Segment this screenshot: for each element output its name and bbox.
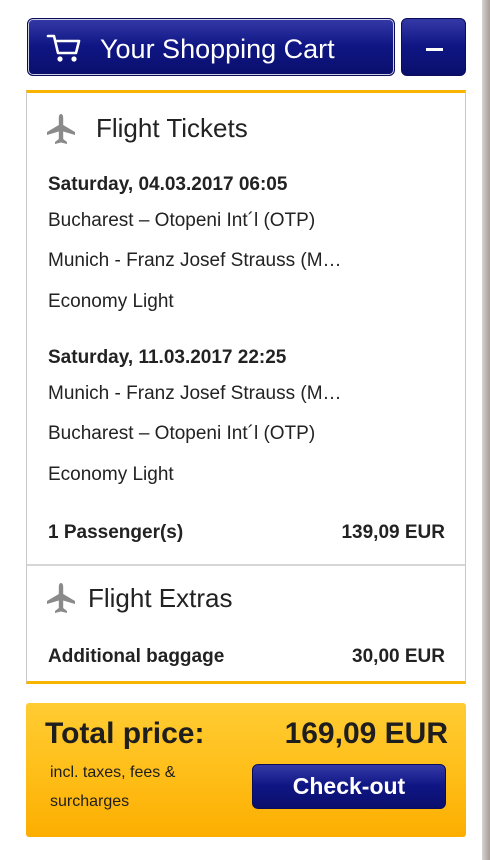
section-divider [27, 564, 465, 566]
flight-fare: Economy Light [48, 464, 174, 485]
airplane-icon [47, 114, 75, 144]
window-edge [482, 0, 490, 860]
passengers-label: 1 Passenger(s) [48, 522, 184, 543]
total-price-note: incl. taxes, fees & surcharges [50, 764, 176, 810]
flight-origin: Munich - Franz Josef Strauss (M… [48, 383, 342, 404]
flight-date-time: Saturday, 04.03.2017 06:05 [48, 174, 288, 195]
flight-extras-title: Flight Extras [88, 583, 233, 613]
flight-destination: Munich - Franz Josef Strauss (M… [48, 250, 342, 271]
flight-date-time: Saturday, 11.03.2017 22:25 [48, 347, 287, 368]
flight-destination: Bucharest – Otopeni Int´l (OTP) [48, 423, 316, 444]
flight-origin: Bucharest – Otopeni Int´l (OTP) [48, 210, 316, 231]
checkout-button[interactable]: Check-out [252, 764, 446, 809]
airplane-icon [47, 583, 75, 613]
extra-item-price: 30,00 EUR [352, 646, 445, 667]
cart-panel: Flight Tickets Saturday, 04.03.2017 06:0… [26, 90, 466, 684]
extra-item-row: Additional baggage 30,00 EUR [48, 646, 445, 668]
minus-icon [426, 48, 443, 51]
cart-title: Your Shopping Cart [100, 34, 335, 64]
flight-tickets-title: Flight Tickets [96, 113, 248, 143]
collapse-cart-button[interactable] [401, 18, 466, 76]
passengers-row: 1 Passenger(s) 139,09 EUR [48, 522, 445, 544]
total-price-amount: 169,09 EUR [284, 717, 448, 750]
shopping-cart-icon [46, 34, 81, 62]
total-price-label: Total price: [45, 717, 205, 750]
shopping-cart-header-button[interactable]: Your Shopping Cart [27, 18, 395, 76]
flight-fare: Economy Light [48, 291, 174, 312]
extra-item-label: Additional baggage [48, 646, 225, 667]
passengers-price: 139,09 EUR [341, 522, 445, 543]
total-price-box: Total price: 169,09 EUR incl. taxes, fee… [26, 703, 466, 837]
